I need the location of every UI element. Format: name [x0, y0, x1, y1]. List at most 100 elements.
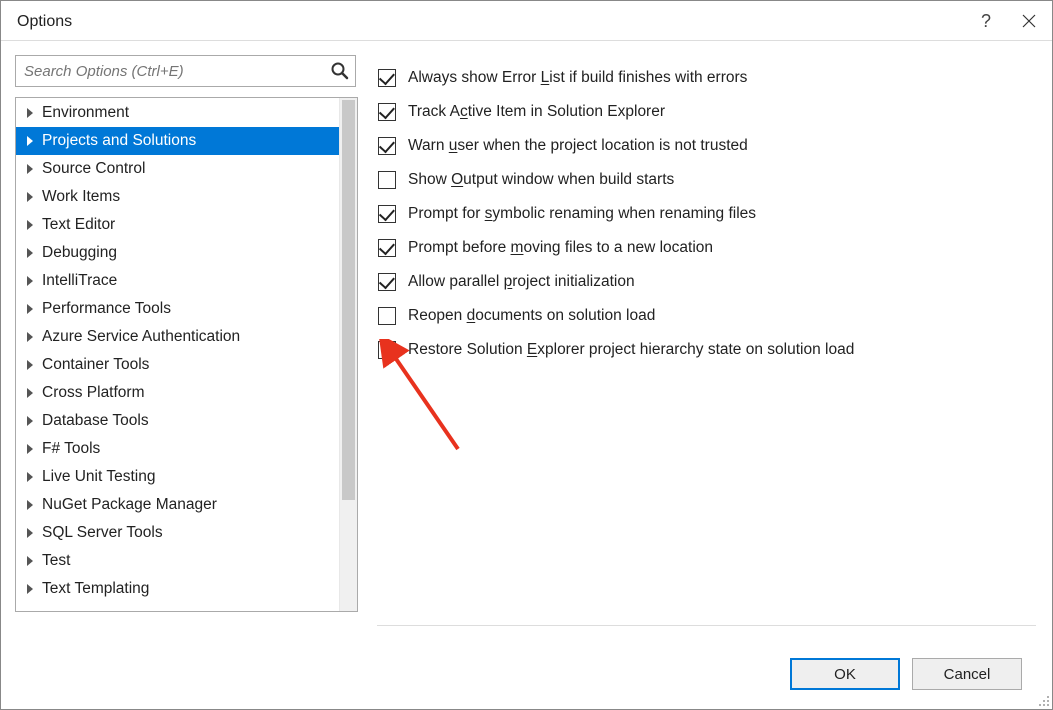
- option-label[interactable]: Allow parallel project initialization: [408, 273, 635, 291]
- content-area: Environment Projects and Solutions Source …: [1, 41, 1052, 626]
- tree-item-label: Azure Service Authentication: [42, 328, 240, 346]
- checkbox[interactable]: [378, 137, 396, 155]
- close-icon: [1022, 14, 1036, 28]
- option-label[interactable]: Prompt for symbolic renaming when renami…: [408, 205, 756, 223]
- tree-item[interactable]: Live Unit Testing: [16, 463, 339, 491]
- option-row: Show Output window when build starts: [378, 163, 1036, 197]
- checkbox[interactable]: [378, 103, 396, 121]
- tree-item-label: Work Items: [42, 188, 120, 206]
- option-row: Prompt before moving files to a new loca…: [378, 231, 1036, 265]
- option-label[interactable]: Warn user when the project location is n…: [408, 137, 748, 155]
- option-row: Warn user when the project location is n…: [378, 129, 1036, 163]
- tree-item-label: SQL Server Tools: [42, 524, 163, 542]
- chevron-right-icon: [22, 556, 38, 566]
- right-pane: Always show Error List if build finishes…: [358, 41, 1052, 626]
- tree-item[interactable]: NuGet Package Manager: [16, 491, 339, 519]
- chevron-right-icon: [22, 192, 38, 202]
- tree-item[interactable]: Azure Service Authentication: [16, 323, 339, 351]
- chevron-right-icon: [22, 276, 38, 286]
- search-wrap: [15, 55, 356, 87]
- category-tree: Environment Projects and Solutions Source …: [15, 97, 358, 612]
- tree-item-label: Live Unit Testing: [42, 468, 155, 486]
- tree-item[interactable]: Source Control: [16, 155, 339, 183]
- tree-scrollbar[interactable]: [339, 98, 357, 611]
- checkbox[interactable]: [378, 273, 396, 291]
- tree-item-label: Database Tools: [42, 412, 149, 430]
- tree-item[interactable]: Text Editor: [16, 211, 339, 239]
- checkbox[interactable]: [378, 239, 396, 257]
- tree-item[interactable]: SQL Server Tools: [16, 519, 339, 547]
- left-pane: Environment Projects and Solutions Source …: [1, 41, 358, 626]
- tree-item-label: Debugging: [42, 244, 117, 262]
- chevron-right-icon: [22, 500, 38, 510]
- tree-item[interactable]: Performance Tools: [16, 295, 339, 323]
- option-label[interactable]: Prompt before moving files to a new loca…: [408, 239, 713, 257]
- checkbox[interactable]: [378, 341, 396, 359]
- tree-item[interactable]: Work Items: [16, 183, 339, 211]
- option-row: Reopen documents on solution load: [378, 299, 1036, 333]
- chevron-right-icon: [22, 472, 38, 482]
- tree-list: Environment Projects and Solutions Source …: [16, 98, 357, 604]
- tree-item[interactable]: IntelliTrace: [16, 267, 339, 295]
- tree-item-label: IntelliTrace: [42, 272, 117, 290]
- tree-item-label: Test: [42, 552, 70, 570]
- chevron-right-icon: [22, 220, 38, 230]
- tree-item[interactable]: Cross Platform: [16, 379, 339, 407]
- chevron-right-icon: [22, 164, 38, 174]
- tree-item[interactable]: Container Tools: [16, 351, 339, 379]
- tree-item[interactable]: Environment: [16, 99, 339, 127]
- resize-grip-icon[interactable]: [1036, 693, 1050, 707]
- tree-item-label: Environment: [42, 104, 129, 122]
- tree-item-label: F# Tools: [42, 440, 100, 458]
- chevron-right-icon: [22, 528, 38, 538]
- tree-item[interactable]: Database Tools: [16, 407, 339, 435]
- chevron-right-icon: [22, 108, 38, 118]
- tree-item-label: Source Control: [42, 160, 145, 178]
- checkbox[interactable]: [378, 307, 396, 325]
- chevron-right-icon: [22, 416, 38, 426]
- checkbox[interactable]: [378, 171, 396, 189]
- option-label[interactable]: Restore Solution Explorer project hierar…: [408, 341, 854, 359]
- chevron-right-icon: [22, 332, 38, 342]
- tree-item[interactable]: Projects and Solutions: [16, 127, 339, 155]
- tree-item-label: Text Editor: [42, 216, 115, 234]
- tree-item-label: NuGet Package Manager: [42, 496, 217, 514]
- option-label[interactable]: Always show Error List if build finishes…: [408, 69, 747, 87]
- option-row: Allow parallel project initialization: [378, 265, 1036, 299]
- chevron-right-icon: [22, 388, 38, 398]
- search-input[interactable]: [15, 55, 356, 87]
- options-list: Always show Error List if build finishes…: [378, 61, 1036, 367]
- footer: OK Cancel: [1, 639, 1052, 709]
- cancel-button[interactable]: Cancel: [912, 658, 1022, 690]
- close-button[interactable]: [1006, 1, 1052, 41]
- tree-item-label: Cross Platform: [42, 384, 145, 402]
- tree-item-label: Projects and Solutions: [42, 132, 196, 150]
- chevron-right-icon: [22, 360, 38, 370]
- option-label[interactable]: Show Output window when build starts: [408, 171, 674, 189]
- option-row: Always show Error List if build finishes…: [378, 61, 1036, 95]
- titlebar: Options ?: [1, 1, 1052, 41]
- option-row: Restore Solution Explorer project hierar…: [378, 333, 1036, 367]
- window-controls: ?: [966, 1, 1052, 41]
- ok-button[interactable]: OK: [790, 658, 900, 690]
- checkbox[interactable]: [378, 205, 396, 223]
- option-label[interactable]: Reopen documents on solution load: [408, 307, 655, 325]
- chevron-right-icon: [22, 248, 38, 258]
- tree-item[interactable]: Text Templating: [16, 575, 339, 603]
- chevron-right-icon: [22, 136, 38, 146]
- help-button[interactable]: ?: [966, 1, 1006, 41]
- tree-item[interactable]: Test: [16, 547, 339, 575]
- footer-divider: [377, 625, 1036, 626]
- chevron-right-icon: [22, 444, 38, 454]
- tree-item[interactable]: F# Tools: [16, 435, 339, 463]
- option-row: Track Active Item in Solution Explorer: [378, 95, 1036, 129]
- chevron-right-icon: [22, 304, 38, 314]
- tree-item[interactable]: Debugging: [16, 239, 339, 267]
- tree-item-label: Performance Tools: [42, 300, 171, 318]
- option-label[interactable]: Track Active Item in Solution Explorer: [408, 103, 665, 121]
- scrollbar-thumb[interactable]: [342, 100, 355, 500]
- window-title: Options: [13, 11, 72, 31]
- checkbox[interactable]: [378, 69, 396, 87]
- tree-item-label: Container Tools: [42, 356, 149, 374]
- tree-item-label: Text Templating: [42, 580, 149, 598]
